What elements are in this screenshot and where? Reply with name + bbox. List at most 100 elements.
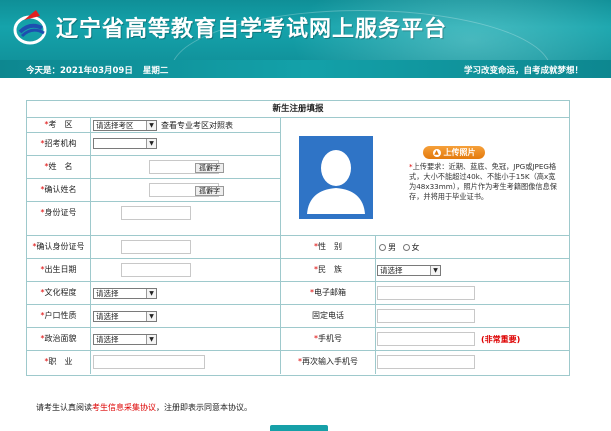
row-agency: *招考机构 ▼ <box>27 133 281 156</box>
date-text: 今天是：2021年03月09日 星期二 <box>26 64 168 76</box>
exam-area-select[interactable]: 请选择考区 ▼ <box>93 120 157 131</box>
date-bar: 今天是：2021年03月09日 星期二 学习改变命运，自考成就梦想！ <box>0 60 611 78</box>
email-label: 电子邮箱 <box>314 288 346 297</box>
form-title: 新生注册填报 <box>27 101 569 118</box>
label-exam-area: *考 区 <box>27 118 91 132</box>
registration-form: 新生注册填报 *考 区 请选择考区 ▼ 查看专业考区对照表 *招考机构 ▼ *姓 … <box>26 100 570 376</box>
mobile-confirm-label: 再次输入手机号 <box>302 357 358 366</box>
birth-date-label: 出生日期 <box>44 265 77 274</box>
row-occupation: *职 业 *再次输入手机号 <box>27 351 569 374</box>
female-radio[interactable] <box>402 244 410 251</box>
field-birth-date <box>91 259 281 281</box>
mobile-input[interactable] <box>377 332 475 346</box>
photo-placeholder: 暂无照片 <box>299 136 373 219</box>
phone-input[interactable] <box>377 309 475 323</box>
email-input[interactable] <box>377 286 475 300</box>
chevron-down-icon: ▼ <box>146 289 156 298</box>
exam-area-map-link[interactable]: 查看专业考区对照表 <box>161 120 233 131</box>
site-title: 辽宁省高等教育自学考试网上服务平台 <box>56 17 448 42</box>
no-photo-label: 暂无照片 <box>320 205 352 214</box>
education-select-value: 请选择 <box>96 289 119 298</box>
row-education: *文化程度 请选择 ▼ *电子邮箱 <box>27 282 569 305</box>
field-political: 请选择 ▼ <box>91 328 281 350</box>
agency-select[interactable]: ▼ <box>93 138 157 149</box>
label-agency: *招考机构 <box>27 133 91 155</box>
agency-label: 招考机构 <box>44 139 77 148</box>
label-name: *姓 名 <box>27 156 91 178</box>
upload-photo-button[interactable]: ▲ 上传照片 <box>423 146 485 159</box>
field-occupation <box>91 351 281 374</box>
id-number-input[interactable] <box>121 206 191 220</box>
upload-icon: ▲ <box>432 149 441 157</box>
chevron-down-icon: ▼ <box>146 335 156 344</box>
household-select[interactable]: 请选择 ▼ <box>93 311 157 322</box>
label-birth-date: *出生日期 <box>27 259 91 281</box>
chevron-down-icon: ▼ <box>430 266 440 275</box>
household-label: 户口性质 <box>44 311 77 320</box>
upload-requirements: *上传要求：近期、蓝底、免冠，JPG或JPEG格式，大小不能超过40k、不能小于… <box>409 162 559 202</box>
field-name: 孤僻字 <box>91 156 281 178</box>
row-name: *姓 名 孤僻字 <box>27 156 281 179</box>
gender-radios: 男 女 <box>379 242 420 253</box>
education-select[interactable]: 请选择 ▼ <box>93 288 157 299</box>
id-number-label: 身份证号 <box>44 208 77 217</box>
row-household: *户口性质 请选择 ▼ 固定电话 <box>27 305 569 328</box>
agreement-text: 请考生认真阅读考生信息采集协议，注册即表示同意本协议。 <box>36 402 252 413</box>
ethnicity-select[interactable]: 请选择 ▼ <box>377 265 441 276</box>
political-select-value: 请选择 <box>96 335 119 344</box>
political-label: 政治面貌 <box>44 334 77 343</box>
date-label: 今天是：2021年03月09日 <box>26 66 133 76</box>
photo-cell: 暂无照片 ▲ 上传照片 *上传要求：近期、蓝底、免冠，JPG或JPEG格式，大小不… <box>281 118 569 236</box>
label-ethnicity: *民 族 <box>281 259 376 281</box>
male-label: 男 <box>388 243 396 252</box>
mobile-confirm-input[interactable] <box>377 355 475 369</box>
label-household: *户口性质 <box>27 305 91 327</box>
row-exam-area: *考 区 请选择考区 ▼ 查看专业考区对照表 <box>27 118 281 133</box>
row-birth-date: *出生日期 *民 族 请选择 ▼ <box>27 259 569 282</box>
field-agency: ▼ <box>91 133 281 155</box>
submit-button[interactable] <box>270 425 328 431</box>
label-gender: *性 别 <box>281 236 376 258</box>
label-political: *政治面貌 <box>27 328 91 350</box>
occupation-input[interactable] <box>93 355 205 369</box>
label-mobile: *手机号 <box>281 328 376 350</box>
field-confirm-id <box>91 236 281 258</box>
occupation-label: 职 业 <box>48 357 73 366</box>
field-household: 请选择 ▼ <box>91 305 281 327</box>
female-label: 女 <box>411 243 420 252</box>
label-confirm-name: *确认姓名 <box>27 179 91 201</box>
name-label: 姓 名 <box>48 162 73 171</box>
confirm-id-input[interactable] <box>121 240 191 254</box>
label-id-number: *身份证号 <box>27 202 91 235</box>
mobile-label: 手机号 <box>318 334 342 343</box>
household-select-value: 请选择 <box>96 312 119 321</box>
phone-label: 固定电话 <box>312 311 344 320</box>
label-confirm-id: *确认身份证号 <box>27 236 91 258</box>
exam-area-label: 考 区 <box>48 120 73 129</box>
agreement-link[interactable]: 考生信息采集协议 <box>92 403 156 412</box>
exam-area-select-value: 请选择考区 <box>96 121 134 130</box>
rare-char-button[interactable]: 孤僻字 <box>195 163 224 173</box>
political-select[interactable]: 请选择 ▼ <box>93 334 157 345</box>
row-political: *政治面貌 请选择 ▼ *手机号 (非常重要) <box>27 328 569 351</box>
agreement-prefix: 请考生认真阅读 <box>36 403 92 412</box>
label-education: *文化程度 <box>27 282 91 304</box>
ethnicity-select-value: 请选择 <box>380 266 403 275</box>
field-id-number <box>91 202 281 235</box>
male-radio[interactable] <box>379 244 386 251</box>
chevron-down-icon: ▼ <box>146 121 156 130</box>
gender-label: 性 别 <box>318 242 342 251</box>
birth-date-input[interactable] <box>121 263 191 277</box>
row-confirm-name: *确认姓名 孤僻字 <box>27 179 281 202</box>
label-occupation: *职 业 <box>27 351 91 374</box>
chevron-down-icon: ▼ <box>146 312 156 321</box>
education-label: 文化程度 <box>44 288 77 297</box>
label-phone: 固定电话 <box>281 305 376 327</box>
agreement-suffix: ，注册即表示同意本协议。 <box>156 403 252 412</box>
rare-char-button[interactable]: 孤僻字 <box>195 186 224 196</box>
row-id-number: *身份证号 <box>27 202 281 236</box>
slogan-text: 学习改变命运，自考成就梦想！ <box>463 66 583 76</box>
field-exam-area: 请选择考区 ▼ 查看专业考区对照表 <box>91 118 281 132</box>
header-banner: 辽宁省高等教育自学考试网上服务平台 <box>0 0 611 60</box>
label-mobile-confirm: *再次输入手机号 <box>281 351 376 374</box>
